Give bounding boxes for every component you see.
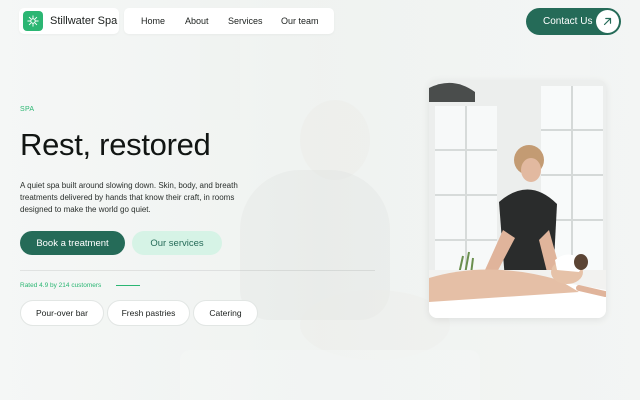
nav-link-about[interactable]: About bbox=[185, 16, 209, 26]
nav-link-home[interactable]: Home bbox=[141, 16, 165, 26]
sparkle-icon bbox=[23, 11, 43, 31]
rating-text: Rated 4.9 by 214 customers bbox=[20, 282, 102, 289]
chip-fresh-pastries[interactable]: Fresh pastries bbox=[107, 300, 190, 326]
nav-link-our-team[interactable]: Our team bbox=[281, 16, 319, 26]
contact-us-label: Contact Us bbox=[543, 16, 593, 27]
main-nav: Home About Services Our team bbox=[124, 8, 334, 34]
book-treatment-button[interactable]: Book a treatment bbox=[20, 231, 125, 255]
nav-link-services[interactable]: Services bbox=[228, 16, 263, 26]
brand-logo-link[interactable]: Stillwater Spa bbox=[19, 8, 119, 34]
arrow-up-right-icon bbox=[596, 10, 619, 33]
our-services-button[interactable]: Our services bbox=[132, 231, 222, 255]
divider bbox=[20, 270, 375, 271]
chip-catering[interactable]: Catering bbox=[193, 300, 258, 326]
hero-description: A quiet spa built around slowing down. S… bbox=[20, 181, 238, 214]
chip-pour-over-bar[interactable]: Pour-over bar bbox=[20, 300, 104, 326]
brand-name: Stillwater Spa bbox=[50, 15, 118, 27]
hero-eyebrow: SPA bbox=[20, 106, 35, 113]
rating-underline bbox=[116, 285, 140, 286]
contact-us-button[interactable]: Contact Us bbox=[526, 8, 621, 35]
massage-photo bbox=[429, 80, 606, 318]
hero-headline: Rest, restored bbox=[20, 127, 211, 162]
